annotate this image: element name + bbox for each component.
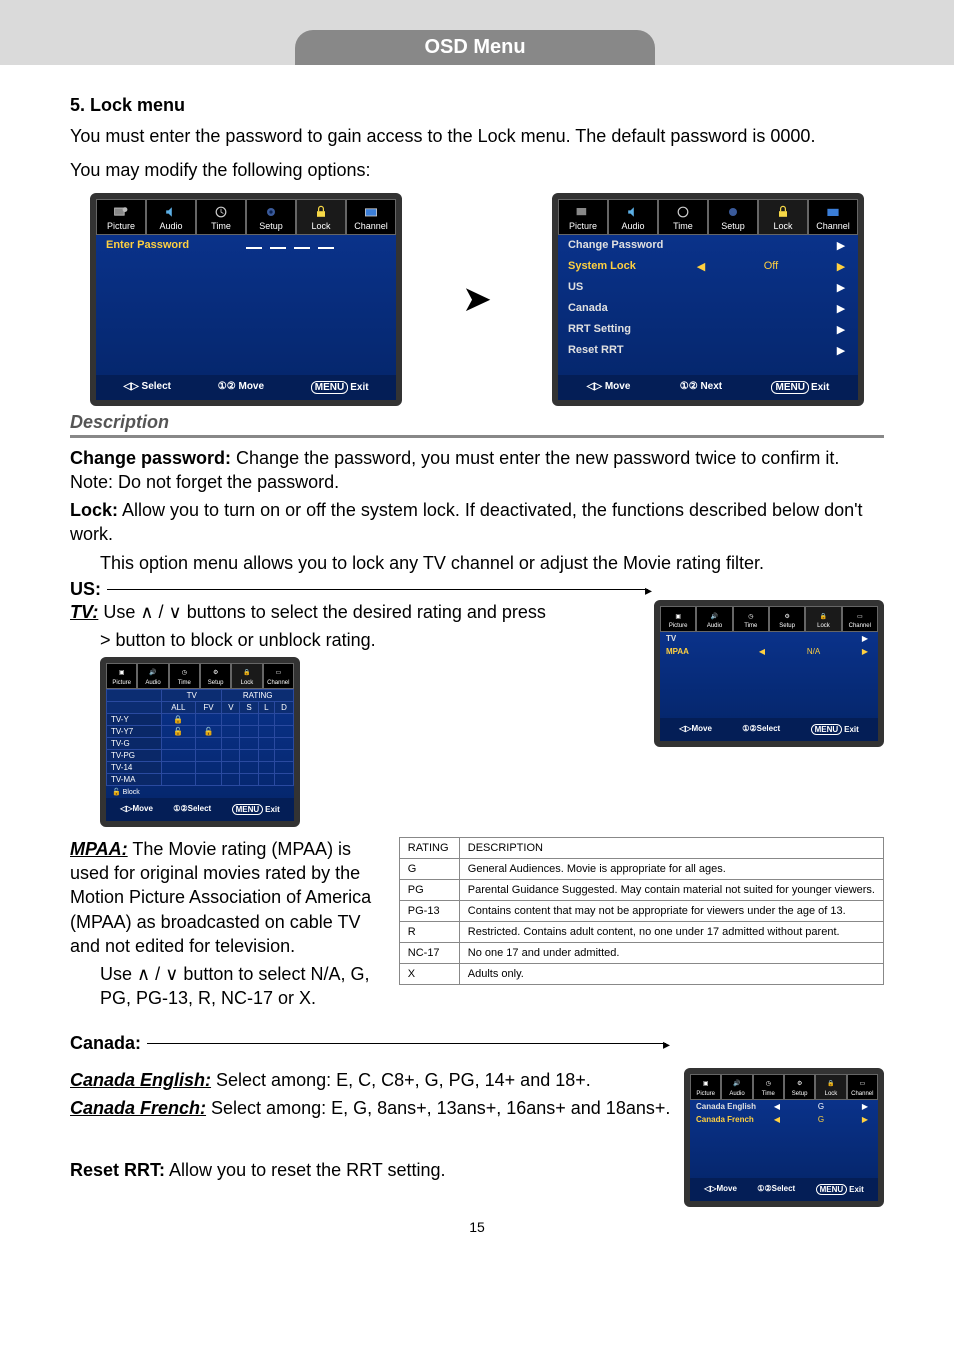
osd-screen-enter-password: Picture Audio Time Setup Lock Channel En… bbox=[90, 193, 402, 406]
picture-icon bbox=[113, 205, 129, 219]
tv-section-text: TV: Use ∧ / ∨ buttons to select the desi… bbox=[70, 600, 646, 624]
reset-rrt: Reset RRT: Allow you to reset the RRT se… bbox=[70, 1158, 676, 1182]
desc-change-password: Change password: Change the password, yo… bbox=[70, 446, 884, 495]
intro-text-1: You must enter the password to gain acce… bbox=[70, 124, 884, 148]
menu-row: Canada French◀G▶ bbox=[690, 1113, 878, 1126]
menu-row: Canada English◀G▶ bbox=[690, 1100, 878, 1113]
audio-icon bbox=[163, 205, 179, 219]
mpaa-text: MPAA: The Movie rating (MPAA) is used fo… bbox=[70, 837, 389, 958]
menu-row: Canada▶ bbox=[558, 298, 858, 319]
block-line: 🔓 Block bbox=[106, 786, 294, 798]
desc-lock: Lock: Allow you to turn on or off the sy… bbox=[70, 498, 884, 547]
tv-rating-grid: TVRATINGALLFVVSLDTV-Y🔒TV-Y7🔓🔓TV-GTV-PGTV… bbox=[106, 689, 294, 786]
page-header: OSD Menu bbox=[0, 0, 954, 65]
desc-lock-2: This option menu allows you to lock any … bbox=[100, 551, 884, 575]
menu-row: Reset RRT▶ bbox=[558, 340, 858, 361]
osd-screen-lock-menu: Picture Audio Time Setup Lock Channel Ch… bbox=[552, 193, 864, 406]
osd-screen-canada: ▣Picture 🔊Audio ◷Time ⚙Setup 🔒Lock ▭Chan… bbox=[684, 1068, 884, 1207]
page-number: 15 bbox=[70, 1219, 884, 1235]
osd-tab-time: Time bbox=[196, 199, 246, 235]
menu-row: RRT Setting▶ bbox=[558, 319, 858, 340]
description-header: Description bbox=[70, 412, 884, 438]
osd-tab-lock: Lock bbox=[296, 199, 346, 235]
osd-tab-channel: Channel bbox=[346, 199, 396, 235]
canada-english: Canada English: Select among: E, C, C8+,… bbox=[70, 1068, 676, 1092]
menu-row: Change Password▶ bbox=[558, 235, 858, 256]
osd-screen-tv-grid: ▣Picture 🔊Audio ◷Time ⚙Setup 🔒Lock ▭Chan… bbox=[100, 657, 300, 827]
page-content: 5. Lock menu You must enter the password… bbox=[0, 95, 954, 1235]
canada-header-line: Canada: ▸ bbox=[70, 1033, 884, 1054]
menu-row: US▶ bbox=[558, 277, 858, 298]
osd-footer: ◁▷ Select ①② Move MENUExit bbox=[96, 375, 396, 400]
osd-tab-audio: Audio bbox=[146, 199, 196, 235]
clock-icon bbox=[213, 205, 229, 219]
osd-tab-picture: Picture bbox=[96, 199, 146, 235]
us-label: US: bbox=[70, 579, 101, 600]
tv-section-text-2: > button to block or unblock rating. bbox=[100, 628, 646, 652]
mpaa-text-2: Use ∧ / ∨ button to select N/A, G, PG, P… bbox=[100, 962, 389, 1011]
arrow-right-icon: ➤ bbox=[462, 278, 492, 320]
menu-row: System Lock◀Off▶ bbox=[558, 256, 858, 277]
foot-exit: MENUExit bbox=[311, 381, 369, 394]
header-title: OSD Menu bbox=[295, 30, 655, 65]
osd-tab-setup: Setup bbox=[246, 199, 296, 235]
us-header-line: US: ▸ bbox=[70, 579, 884, 600]
osd-tabs: Picture Audio Time Setup Lock Channel bbox=[96, 199, 396, 235]
lock-screens-row: Picture Audio Time Setup Lock Channel En… bbox=[70, 193, 884, 406]
mpaa-row: MPAA: The Movie rating (MPAA) is used fo… bbox=[70, 837, 884, 1015]
intro-text-2: You may modify the following options: bbox=[70, 158, 884, 182]
osd-screen-us: ▣Picture 🔊Audio ◷Time ⚙Setup 🔒Lock ▭Chan… bbox=[654, 600, 884, 747]
menu-row: MPAA◀N/A▶ bbox=[660, 645, 878, 658]
enter-password-row: Enter Password bbox=[96, 235, 396, 255]
section-title: 5. Lock menu bbox=[70, 95, 884, 116]
canada-label: Canada: bbox=[70, 1033, 141, 1054]
gear-icon bbox=[263, 205, 279, 219]
foot-move: ①② Move bbox=[218, 381, 264, 394]
menu-row: TV▶ bbox=[660, 632, 878, 645]
tv-icon bbox=[363, 205, 379, 219]
lock-icon bbox=[313, 205, 329, 219]
mpaa-table: RATINGDESCRIPTION GGeneral Audiences. Mo… bbox=[399, 837, 884, 985]
foot-select: ◁▷ Select bbox=[123, 381, 171, 394]
password-dashes bbox=[246, 241, 386, 249]
canada-french: Canada French: Select among: E, G, 8ans+… bbox=[70, 1096, 676, 1120]
